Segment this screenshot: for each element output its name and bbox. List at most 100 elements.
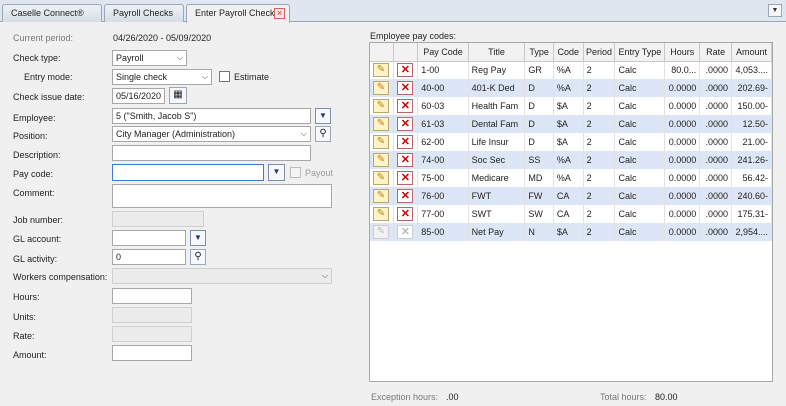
pencil-icon[interactable]: ✎ <box>373 117 389 131</box>
comment-input[interactable] <box>112 184 332 208</box>
delete-icon[interactable]: ✕ <box>397 189 414 203</box>
delete-icon[interactable]: ✕ <box>397 81 414 95</box>
table-cell: 62-00 <box>417 133 469 151</box>
edit-cell: ✎ <box>370 133 395 151</box>
table-cell: Life Insur <box>468 133 526 151</box>
delete-icon[interactable]: ✕ <box>397 153 414 167</box>
column-header-delete <box>393 43 419 62</box>
description-input[interactable] <box>112 145 311 161</box>
table-row[interactable]: ✎ ✕ 62-00 Life Insur D $A 2 Calc 0.0000.0000 21.0… <box>370 133 772 151</box>
table-cell: Calc <box>614 79 666 97</box>
employee-input[interactable]: 5 ("Smith, Jacob S") <box>112 108 311 124</box>
edit-cell: ✎ <box>370 151 395 169</box>
column-header[interactable]: Rate <box>699 43 732 62</box>
check-issue-date-input[interactable]: 05/16/2020 <box>112 88 165 104</box>
column-header-edit <box>370 43 395 62</box>
pencil-icon[interactable]: ✎ <box>373 189 389 203</box>
table-row[interactable]: ✎ ✕ 40-00 401-K Ded D %A 2 Calc 0.0000.0000 202.6… <box>370 79 772 97</box>
gl-account-dropdown-button[interactable]: ▼ <box>190 230 206 246</box>
table-cell: %A <box>553 61 584 79</box>
table-row[interactable]: ✎ ✕ 60-03 Health Fam D $A 2 Calc 0.0000.0000 150.… <box>370 97 772 115</box>
delete-icon[interactable]: ✕ <box>397 171 414 185</box>
table-cell: 0.0000 <box>664 133 701 151</box>
binoculars-icon[interactable]: ⚲ <box>315 126 331 142</box>
table-cell: Health Fam <box>468 97 526 115</box>
table-cell: 56.42- <box>731 169 772 187</box>
employee-label: Employee: <box>13 113 56 123</box>
pencil-icon[interactable]: ✎ <box>373 99 389 113</box>
pencil-icon[interactable]: ✎ <box>373 225 389 239</box>
pencil-icon[interactable]: ✎ <box>373 135 389 149</box>
calendar-icon[interactable]: ▦ <box>169 87 187 104</box>
tab-enter-payroll-checks[interactable]: Enter Payroll Checks × <box>186 4 290 23</box>
binoculars-icon[interactable]: ⚲ <box>190 249 206 265</box>
table-cell: 2 <box>583 187 616 205</box>
check-type-select[interactable]: Payroll ⌵ <box>112 50 187 66</box>
table-cell: 2 <box>583 79 616 97</box>
gl-account-input[interactable] <box>112 230 186 246</box>
table-row[interactable]: ✎ ✕ 61-03 Dental Fam D $A 2 Calc 0.0000.0000 12.5… <box>370 115 772 133</box>
pay-code-dropdown-button[interactable]: ▼ <box>268 164 285 181</box>
employee-dropdown-button[interactable]: ▼ <box>315 108 331 124</box>
comment-label: Comment: <box>13 188 55 198</box>
table-cell: Calc <box>614 205 666 223</box>
tab-caselle-connect[interactable]: Caselle Connect® <box>2 4 102 22</box>
column-header[interactable]: Amount <box>731 43 772 62</box>
table-cell: 2 <box>583 97 616 115</box>
pencil-icon[interactable]: ✎ <box>373 153 389 167</box>
job-number-input[interactable] <box>112 211 204 227</box>
delete-icon[interactable]: ✕ <box>397 63 414 78</box>
pay-code-input[interactable] <box>112 164 264 181</box>
column-header[interactable]: Period <box>583 43 616 62</box>
workers-comp-select[interactable]: ⌵ <box>112 268 332 284</box>
tab-label: Caselle Connect® <box>11 8 84 18</box>
rate-input[interactable] <box>112 326 192 342</box>
pencil-icon[interactable]: ✎ <box>373 63 389 78</box>
chevron-down-icon: ⌵ <box>201 72 208 81</box>
delete-icon[interactable]: ✕ <box>397 117 414 131</box>
position-label: Position: <box>13 131 48 141</box>
edit-cell: ✎ <box>370 223 395 241</box>
table-row[interactable]: ✎ ✕ 74-00 Soc Sec SS %A 2 Calc 0.0000.0000 241.26… <box>370 151 772 169</box>
table-cell: .0000 <box>699 79 732 97</box>
column-header[interactable]: Entry Type <box>614 43 666 62</box>
hours-input[interactable] <box>112 288 192 304</box>
tab-payroll-checks[interactable]: Payroll Checks <box>104 4 184 22</box>
table-row[interactable]: ✎ ✕ 76-00 FWT FW CA 2 Calc 0.0000.0000 240.60- <box>370 187 772 205</box>
delete-icon[interactable]: ✕ <box>397 207 414 221</box>
table-cell: N <box>524 223 554 241</box>
table-cell: D <box>524 133 554 151</box>
column-header[interactable]: Pay Code <box>417 43 469 62</box>
table-row[interactable]: ✎ ✕ 77-00 SWT SW CA 2 Calc 0.0000.0000 175.31- <box>370 205 772 223</box>
units-input[interactable] <box>112 307 192 323</box>
column-header[interactable]: Hours <box>664 43 701 62</box>
check-type-label: Check type: <box>13 53 61 63</box>
delete-icon[interactable]: ✕ <box>397 99 414 113</box>
payout-checkbox[interactable] <box>290 167 301 178</box>
pencil-icon[interactable]: ✎ <box>373 171 389 185</box>
pencil-icon[interactable]: ✎ <box>373 207 389 221</box>
column-header[interactable]: Type <box>524 43 554 62</box>
delete-icon[interactable]: ✕ <box>397 225 414 239</box>
position-select[interactable]: City Manager (Administration) ⌵ <box>112 126 311 142</box>
estimate-checkbox[interactable] <box>219 71 230 82</box>
column-header[interactable]: Title <box>468 43 526 62</box>
table-cell: 0.0000 <box>664 187 701 205</box>
entry-mode-select[interactable]: Single check ⌵ <box>112 69 212 85</box>
pencil-icon[interactable]: ✎ <box>373 81 389 95</box>
gl-activity-input[interactable]: 0 <box>112 249 186 265</box>
delete-cell: ✕ <box>393 187 419 205</box>
close-icon[interactable]: × <box>274 8 285 19</box>
table-cell: CA <box>553 187 584 205</box>
table-row[interactable]: ✎ ✕ 1-00 Reg Pay GR %A 2 Calc 80.0... .0000 4,053.… <box>370 61 772 79</box>
delete-icon[interactable]: ✕ <box>397 135 414 149</box>
tab-menu-dropdown-icon[interactable]: ▼ <box>768 4 782 17</box>
amount-input[interactable] <box>112 345 192 361</box>
table-row[interactable]: ✎ ✕ 75-00 Medicare MD %A 2 Calc 0.0000.0000 56.42… <box>370 169 772 187</box>
table-row[interactable]: ✎ ✕ 85-00 Net Pay N $A 2 Calc 0.0000.0000 2,954..… <box>370 223 772 241</box>
table-cell: .0000 <box>699 151 732 169</box>
column-header[interactable]: Code <box>553 43 584 62</box>
table-cell: 80.0... <box>664 61 701 79</box>
table-cell: 61-03 <box>417 115 469 133</box>
table-cell: $A <box>553 115 584 133</box>
